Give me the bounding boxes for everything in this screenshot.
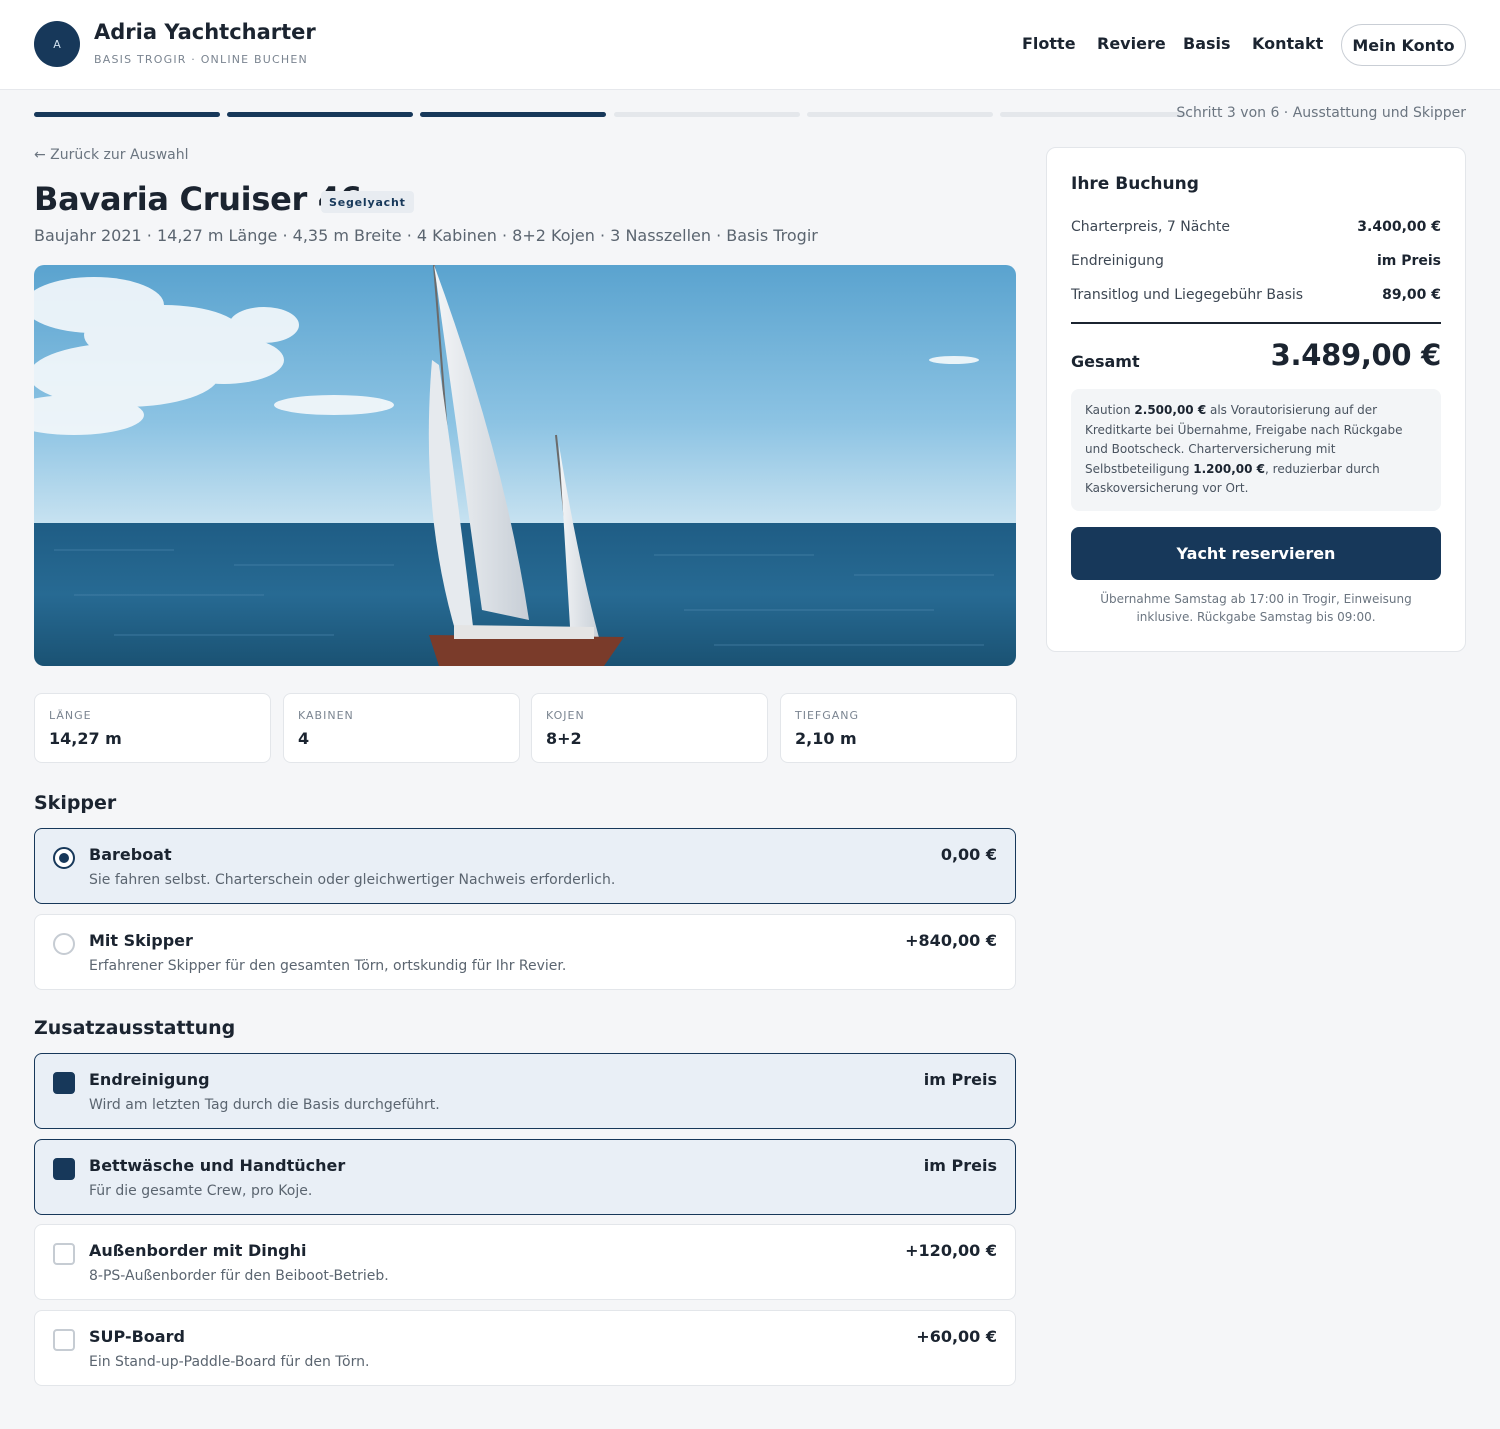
spec-card-draft: TIEFGANG 2,10 m — [780, 693, 1017, 763]
option-name: SUP-Board — [89, 1327, 185, 1346]
skipper-option-with-skipper[interactable]: Mit Skipper Erfahrener Skipper für den g… — [34, 914, 1016, 990]
yacht-type-badge: Segelyacht — [321, 191, 414, 213]
checkbox[interactable] — [53, 1243, 75, 1265]
yacht-title: Bavaria Cruiser 46 — [34, 180, 362, 218]
option-description: Für die gesamte Crew, pro Koje. — [89, 1183, 313, 1199]
extra-option-outboard-dinghy[interactable]: Außenborder mit Dinghi 8-PS-Außenborder … — [34, 1224, 1016, 1300]
option-description: Erfahrener Skipper für den gesamten Törn… — [89, 958, 567, 974]
total-label: Gesamt — [1071, 352, 1140, 371]
nav-basis[interactable]: Basis — [1183, 34, 1231, 53]
deposit-note: Kaution 2.500,00 € als Vorautorisierung … — [1071, 389, 1441, 511]
nav-kontakt[interactable]: Kontakt — [1252, 34, 1323, 53]
option-name: Endreinigung — [89, 1070, 210, 1089]
booking-summary-card: Ihre Buchung Charterpreis, 7 Nächte 3.40… — [1046, 147, 1466, 652]
radio-button[interactable] — [53, 847, 75, 869]
brand-logo[interactable]: A — [34, 21, 80, 67]
site-header: A Adria Yachtcharter BASIS TROGIR · ONLI… — [0, 0, 1500, 90]
option-description: Ein Stand-up-Paddle-Board für den Törn. — [89, 1354, 370, 1370]
spec-value: 4 — [298, 729, 310, 748]
step-label: Schritt 3 von 6 · Ausstattung und Skippe… — [1176, 105, 1466, 121]
brand-subtitle: BASIS TROGIR · ONLINE BUCHEN — [94, 53, 308, 66]
note-text: Kaution — [1085, 403, 1135, 417]
option-name: Bareboat — [89, 845, 172, 864]
radio-button[interactable] — [53, 933, 75, 955]
extra-option-linen[interactable]: Bettwäsche und Handtücher Für die gesamt… — [34, 1139, 1016, 1215]
yacht-photo-illustration — [34, 265, 1016, 666]
option-description: Wird am letzten Tag durch die Basis durc… — [89, 1097, 440, 1113]
option-name: Bettwäsche und Handtücher — [89, 1156, 346, 1175]
handover-info: Übernahme Samstag ab 17:00 in Trogir, Ei… — [1100, 592, 1412, 624]
booking-title: Ihre Buchung — [1071, 174, 1199, 194]
spec-label: KABINEN — [298, 709, 354, 722]
booking-row-label: Charterpreis, 7 Nächte — [1071, 219, 1230, 235]
step-segment — [420, 112, 606, 117]
step-segment — [34, 112, 220, 117]
booking-row-value: 89,00 € — [1382, 287, 1441, 303]
extra-option-sup-board[interactable]: SUP-Board Ein Stand-up-Paddle-Board für … — [34, 1310, 1016, 1386]
total-value: 3.489,00 € — [1270, 338, 1442, 372]
checkbox[interactable] — [53, 1329, 75, 1351]
spec-card-cabins: KABINEN 4 — [283, 693, 520, 763]
spec-value: 8+2 — [546, 729, 582, 748]
step-segment — [807, 112, 993, 117]
excess-amount: 1.200,00 € — [1193, 461, 1266, 476]
yacht-specs-line: Baujahr 2021 · 14,27 m Länge · 4,35 m Br… — [34, 226, 818, 245]
step-segment — [614, 112, 800, 117]
nav-reviere[interactable]: Reviere — [1097, 34, 1166, 53]
spec-label: LÄNGE — [49, 709, 92, 722]
option-name: Außenborder mit Dinghi — [89, 1241, 307, 1260]
option-description: Sie fahren selbst. Charterschein oder gl… — [89, 872, 616, 888]
option-price: im Preis — [923, 1070, 997, 1089]
deposit-amount: 2.500,00 € — [1134, 403, 1207, 417]
brand-name[interactable]: Adria Yachtcharter — [94, 20, 316, 44]
checkbox[interactable] — [53, 1158, 75, 1180]
back-to-selection-link[interactable]: ← Zurück zur Auswahl — [34, 147, 189, 163]
spec-label: KOJEN — [546, 709, 585, 722]
logo-letter: A — [53, 37, 61, 51]
skipper-section-title: Skipper — [34, 792, 117, 814]
booking-row-value: 3.400,00 € — [1357, 219, 1441, 235]
option-price: +840,00 € — [905, 931, 997, 950]
option-name: Mit Skipper — [89, 931, 193, 950]
option-description: 8-PS-Außenborder für den Beiboot-Betrieb… — [89, 1268, 389, 1284]
skipper-option-bareboat[interactable]: Bareboat Sie fahren selbst. Charterschei… — [34, 828, 1016, 904]
total-divider — [1071, 322, 1441, 324]
option-price: +120,00 € — [905, 1241, 997, 1260]
reserve-yacht-button[interactable]: Yacht reservieren — [1071, 527, 1441, 580]
step-segment — [1000, 112, 1186, 117]
booking-row-label: Endreinigung — [1071, 253, 1164, 269]
my-account-button[interactable]: Mein Konto — [1341, 24, 1466, 66]
spec-value: 14,27 m — [49, 729, 122, 748]
step-segment — [227, 112, 413, 117]
booking-row-value: im Preis — [1376, 253, 1441, 269]
spec-value: 2,10 m — [795, 729, 857, 748]
spec-card-length: LÄNGE 14,27 m — [34, 693, 271, 763]
nav-flotte[interactable]: Flotte — [1022, 34, 1076, 53]
yacht-photo — [34, 265, 1016, 666]
extra-option-final-cleaning[interactable]: Endreinigung Wird am letzten Tag durch d… — [34, 1053, 1016, 1129]
option-price: +60,00 € — [916, 1327, 997, 1346]
spec-card-berths: KOJEN 8+2 — [531, 693, 768, 763]
checkbox[interactable] — [53, 1072, 75, 1094]
extras-section-title: Zusatzausstattung — [34, 1017, 236, 1039]
option-price: 0,00 € — [940, 845, 997, 864]
option-price: im Preis — [923, 1156, 997, 1175]
spec-label: TIEFGANG — [795, 709, 860, 722]
booking-row-label: Transitlog und Liegegebühr Basis — [1071, 287, 1304, 303]
